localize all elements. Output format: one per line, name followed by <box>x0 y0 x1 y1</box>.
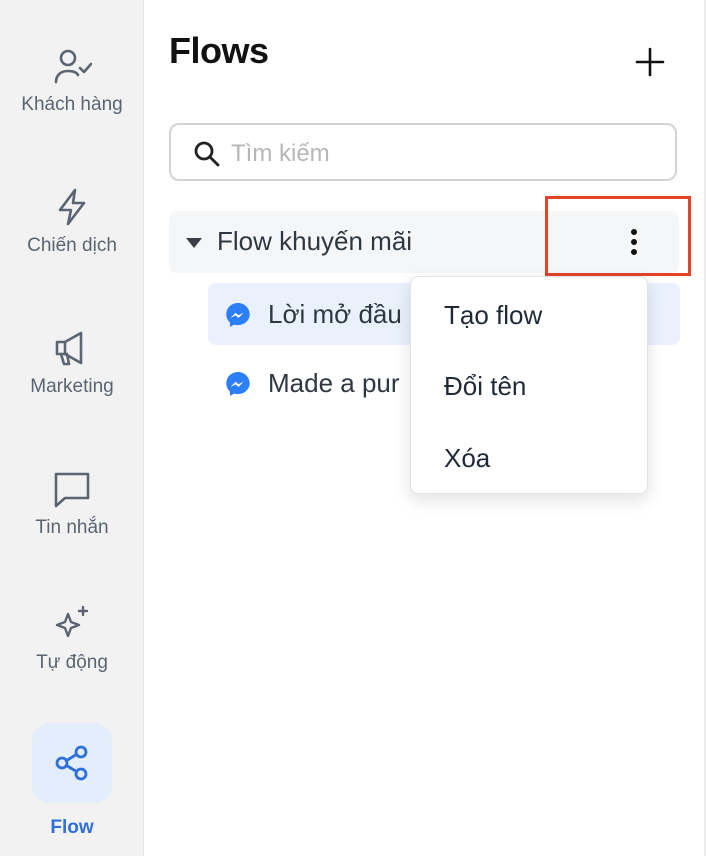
more-options-button[interactable] <box>617 225 651 259</box>
messenger-icon <box>226 372 250 396</box>
more-vertical-icon <box>631 229 637 255</box>
sidebar-item-marketing[interactable]: Marketing <box>0 328 144 398</box>
megaphone-icon <box>55 331 83 366</box>
sidebar-item-label: Tin nhắn <box>35 517 109 538</box>
flow-name: Lời mở đầu <box>268 299 402 329</box>
sidebar-item-label: Khách hàng <box>21 94 123 115</box>
menu-item-label: Đổi tên <box>444 371 527 401</box>
flows-panel: Flows Flow khuyến mãi Lời <box>144 0 706 856</box>
folder-name: Flow khuyến mãi <box>217 226 413 256</box>
lightning-icon <box>58 188 86 226</box>
sidebar-item-label: Flow <box>50 817 94 838</box>
sidebar-item-label: Tự động <box>36 652 108 673</box>
search-box <box>169 123 677 181</box>
sidebar-item-label: Chiến dịch <box>27 235 117 256</box>
page-title: Flows <box>169 30 269 71</box>
message-square-icon <box>54 472 90 508</box>
search-input[interactable] <box>229 135 663 173</box>
menu-item-label: Tạo flow <box>444 300 543 330</box>
sidebar: Khách hàng Chiến dịch Marketing Tin nhắn… <box>0 0 144 856</box>
menu-item-label: Xóa <box>444 443 491 473</box>
sparkles-icon <box>55 605 89 638</box>
sidebar-item-tu-dong[interactable]: Tự động <box>0 604 144 674</box>
sidebar-item-chien-dich[interactable]: Chiến dịch <box>0 187 144 257</box>
share-nodes-icon <box>55 745 88 781</box>
flow-name: Made a pur <box>268 368 400 398</box>
user-check-icon <box>54 49 92 84</box>
folder-row[interactable]: Flow khuyến mãi <box>169 211 679 273</box>
active-indicator <box>32 723 112 803</box>
search-icon <box>194 141 220 167</box>
add-flow-button[interactable] <box>632 44 668 80</box>
messenger-icon <box>226 303 250 327</box>
menu-item-rename[interactable]: Đổi tên <box>411 355 647 415</box>
menu-item-create-flow[interactable]: Tạo flow <box>411 284 647 344</box>
context-menu: Tạo flow Đổi tên Xóa <box>410 276 648 494</box>
sidebar-item-tin-nhan[interactable]: Tin nhắn <box>0 469 144 539</box>
sidebar-item-khach-hang[interactable]: Khách hàng <box>0 46 144 116</box>
plus-icon <box>635 47 665 77</box>
caret-down-icon[interactable] <box>185 237 203 249</box>
menu-item-delete[interactable]: Xóa <box>411 427 647 487</box>
sidebar-item-label: Marketing <box>30 376 114 397</box>
sidebar-item-flow[interactable]: Flow <box>0 723 144 839</box>
